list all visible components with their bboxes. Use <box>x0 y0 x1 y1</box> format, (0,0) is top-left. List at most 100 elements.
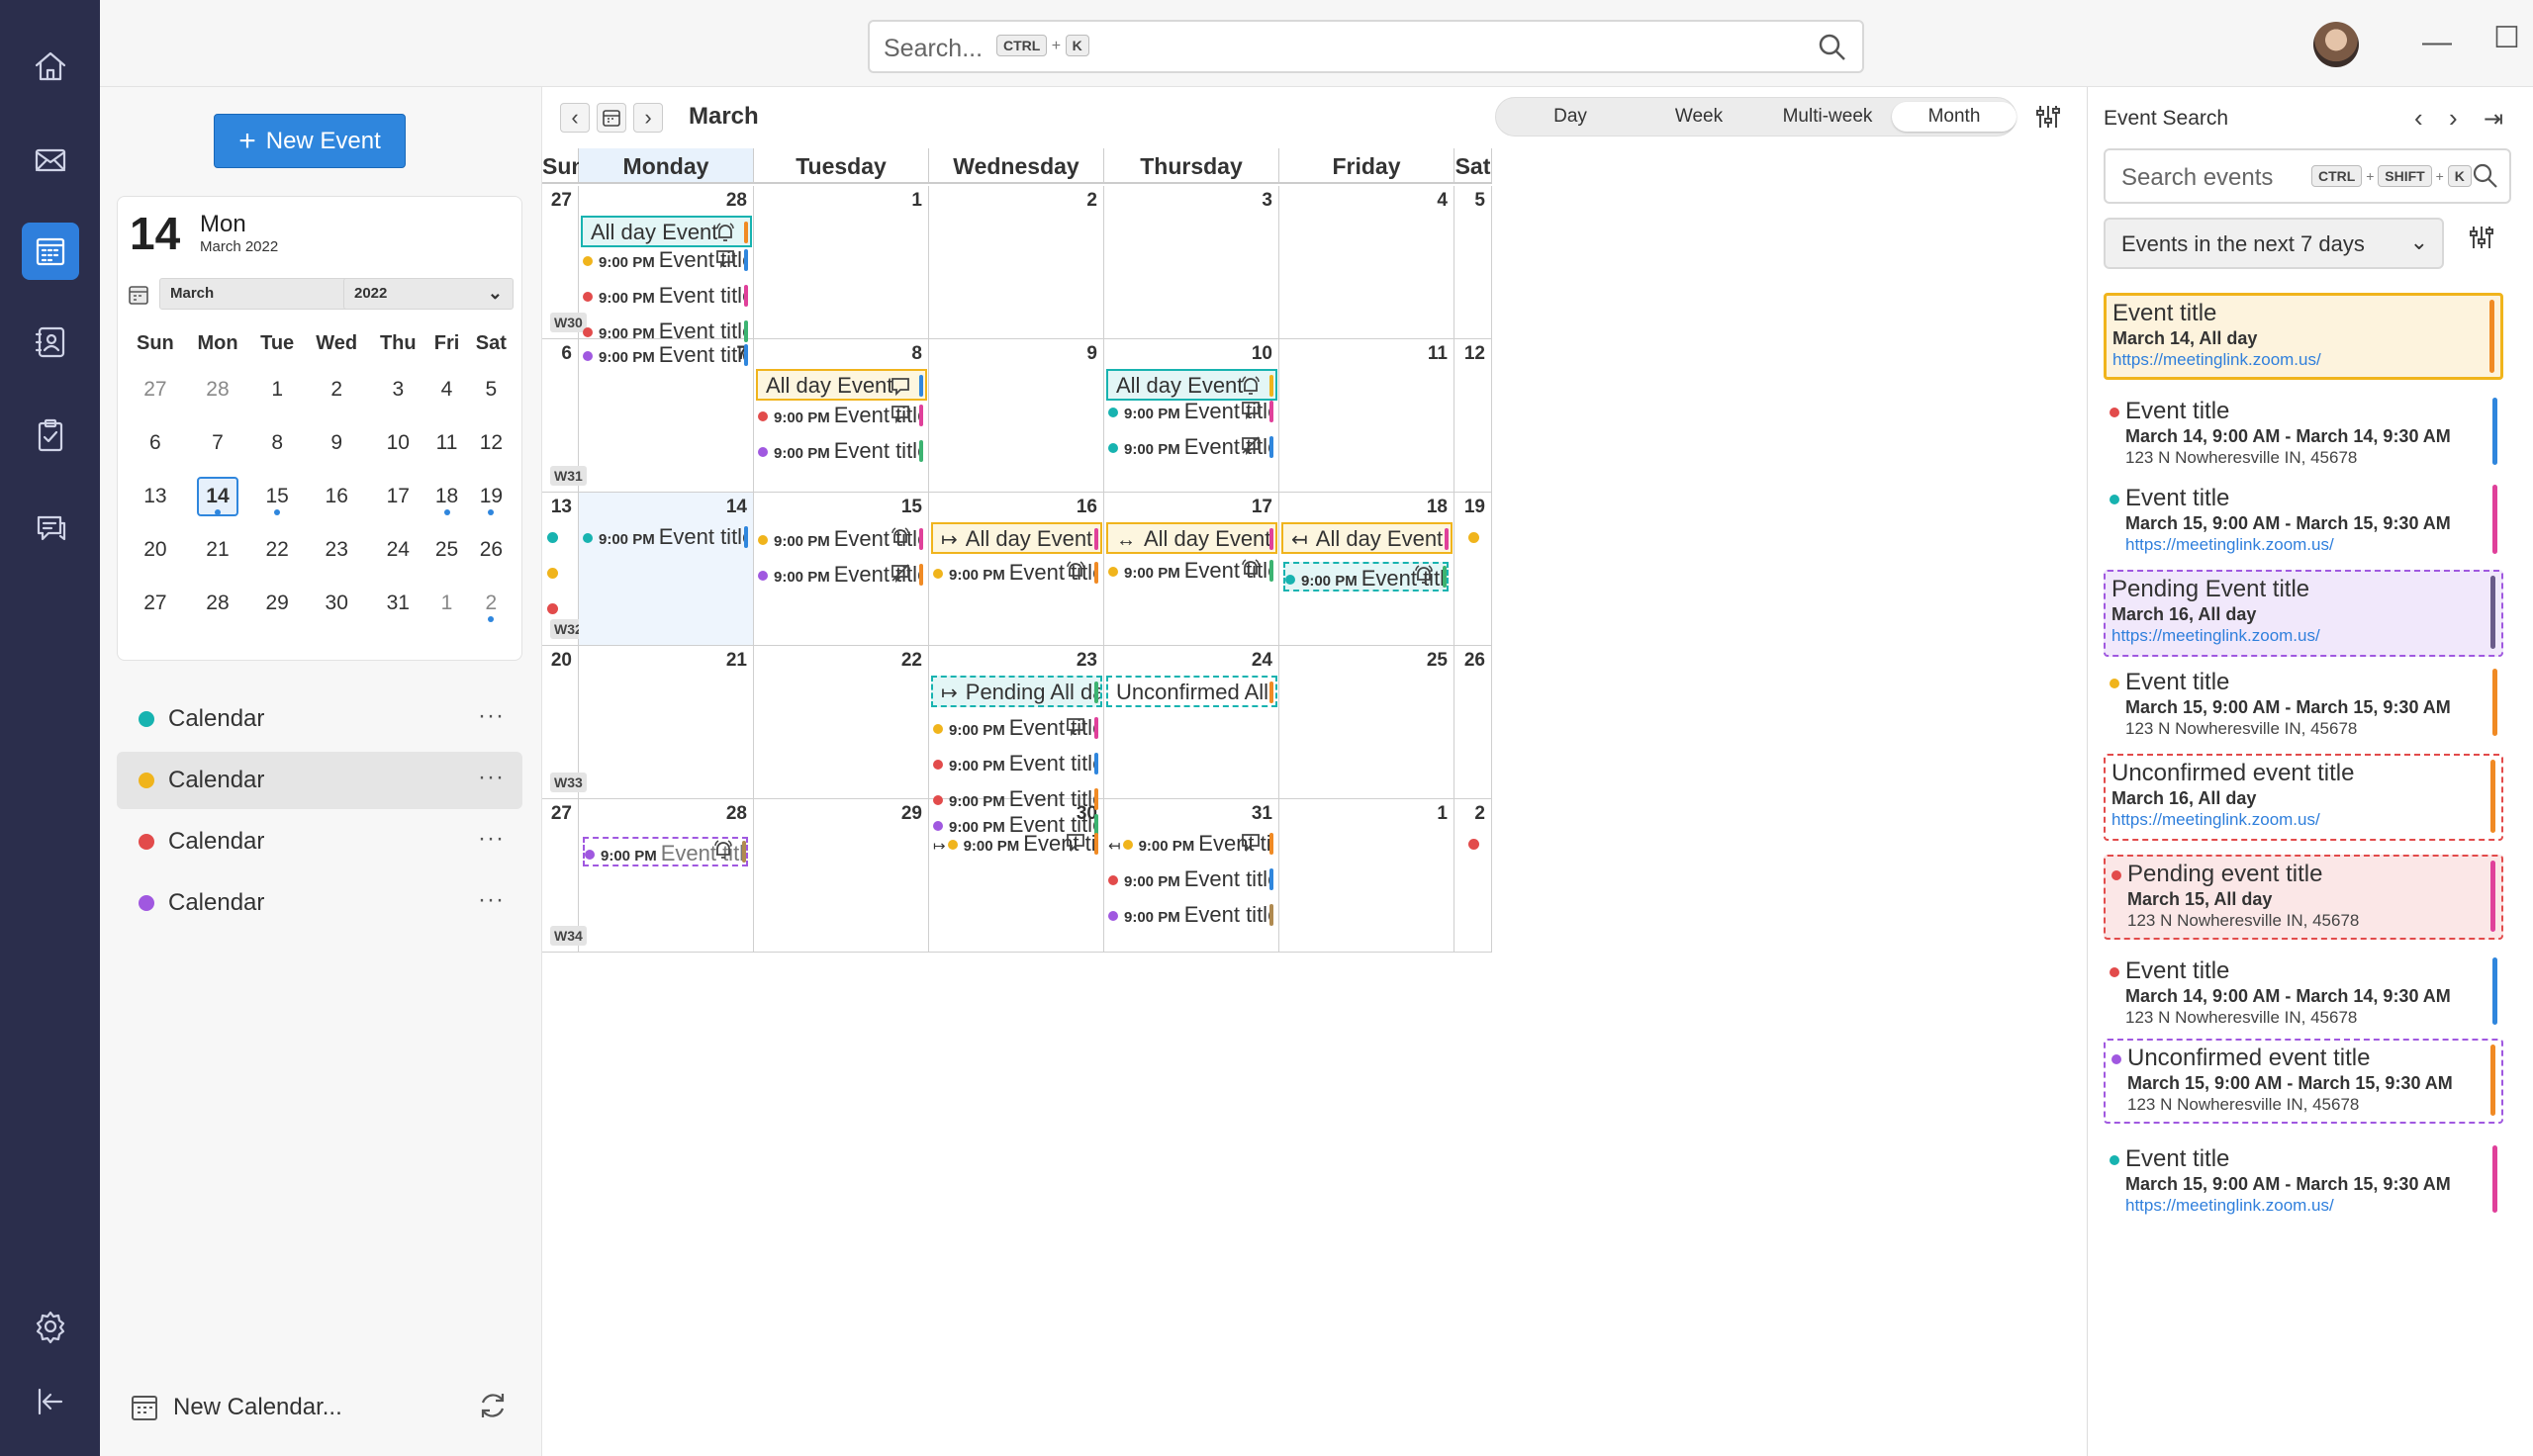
view-week[interactable]: Week <box>1644 102 1753 132</box>
timed-event[interactable]: 9:00 PMEvent title th... <box>1108 866 1273 894</box>
mini-calendar-day[interactable]: 1 <box>250 363 304 416</box>
year-select[interactable]: 2022 ⌄ <box>343 278 514 310</box>
day-cell[interactable]: 20 W33 <box>542 646 587 799</box>
timed-event[interactable]: 9:00 PMEvent title th... <box>758 438 923 466</box>
mini-calendar-day[interactable]: 11 <box>426 416 466 470</box>
event-dot[interactable] <box>547 532 558 543</box>
mini-calendar-day[interactable]: 6 <box>126 416 185 470</box>
mini-calendar-day[interactable]: 5 <box>467 363 516 416</box>
view-day[interactable]: Day <box>1516 102 1625 132</box>
day-cell[interactable]: 4 <box>1279 186 1454 339</box>
next-month-button[interactable]: › <box>633 103 663 133</box>
calendar-list-item[interactable]: Calendar ··· <box>117 874 522 932</box>
timed-event[interactable]: 9:00 PMEvent title th... <box>1108 434 1273 462</box>
search-result-item[interactable]: Event title March 14, All day https://meet… <box>2104 293 2503 380</box>
mini-calendar-day[interactable]: 27 <box>126 363 185 416</box>
mini-calendar-day[interactable]: 25 <box>426 523 466 577</box>
timed-event[interactable]: 9:00 PMEvent title th... <box>1108 902 1273 930</box>
mini-calendar-day[interactable]: 15 <box>250 470 304 523</box>
day-cell[interactable]: 14 <box>579 493 754 646</box>
mini-calendar-day[interactable]: 23 <box>304 523 369 577</box>
avatar[interactable] <box>2313 22 2359 67</box>
calendar-icon[interactable] <box>22 223 79 280</box>
all-day-event[interactable]: All day Event <box>581 216 752 247</box>
day-cell[interactable]: 29 <box>754 799 929 953</box>
date-range-select[interactable]: Events in the next 7 days ⌄ <box>2104 218 2444 269</box>
mini-calendar-day[interactable]: 1 <box>426 577 466 630</box>
chevron-left-icon[interactable]: ‹ <box>2414 103 2423 134</box>
search-result-item[interactable]: Unconfirmed event title March 15, 9:00 AM… <box>2104 1039 2503 1124</box>
mini-calendar-day[interactable]: 2 <box>304 363 369 416</box>
timed-event[interactable]: 9:00 PMEvent title... <box>583 837 748 866</box>
timed-event[interactable]: 9:00 PMEvent title th... <box>1108 399 1273 426</box>
day-cell[interactable]: 27 W34 <box>542 799 587 953</box>
day-cell[interactable]: 26 <box>1454 646 1492 799</box>
mini-calendar-day[interactable]: 3 <box>369 363 426 416</box>
unconfirmed-all-day-event[interactable]: Unconfirmed All day... <box>1106 676 1277 707</box>
day-cell[interactable]: 21 <box>579 646 754 799</box>
all-day-event[interactable]: All day Event <box>756 369 927 401</box>
event-search-input[interactable]: Search events CTRL + SHIFT + K <box>2104 148 2511 204</box>
calendar-icon[interactable] <box>128 284 149 311</box>
day-cell[interactable]: 1 <box>1279 799 1454 953</box>
event-dot[interactable] <box>1468 532 1479 543</box>
result-link[interactable]: https://meetinglink.zoom.us/ <box>2111 810 2495 830</box>
mini-calendar-day[interactable]: 17 <box>369 470 426 523</box>
filter-icon[interactable] <box>2468 224 2495 251</box>
mini-calendar-day[interactable]: 22 <box>250 523 304 577</box>
timed-event[interactable]: 9:00 PMEvent title th... <box>933 751 1098 778</box>
day-cell[interactable]: 1 <box>754 186 929 339</box>
all-day-event[interactable]: ↔ All day Event <box>1106 522 1277 554</box>
result-link[interactable]: https://meetinglink.zoom.us/ <box>2112 350 2494 370</box>
result-link[interactable]: https://meetinglink.zoom.us/ <box>2111 626 2495 646</box>
contacts-icon[interactable] <box>22 314 79 371</box>
mini-calendar-day[interactable]: 29 <box>250 577 304 630</box>
search-result-item[interactable]: Event title March 15, 9:00 AM - March 15,… <box>2104 1141 2503 1223</box>
event-dot[interactable] <box>547 568 558 579</box>
mini-calendar-day[interactable]: 28 <box>185 577 250 630</box>
timed-event[interactable]: ↦ 9:00 PMEvent title... <box>933 831 1098 859</box>
timed-event[interactable]: 9:00 PMEvent title th... <box>583 247 748 275</box>
mini-calendar-day[interactable]: 30 <box>304 577 369 630</box>
search-result-item[interactable]: Event title March 14, 9:00 AM - March 14,… <box>2104 954 2503 1035</box>
more-options-icon[interactable]: ··· <box>478 702 505 730</box>
tasks-icon[interactable] <box>22 407 79 464</box>
mini-calendar-day[interactable]: 24 <box>369 523 426 577</box>
day-cell[interactable]: 5 <box>1454 186 1492 339</box>
mini-calendar-day[interactable]: 31 <box>369 577 426 630</box>
mail-icon[interactable] <box>22 132 79 189</box>
mini-calendar-day[interactable]: 7 <box>185 416 250 470</box>
search-result-item[interactable]: Event title March 15, 9:00 AM - March 15,… <box>2104 481 2503 564</box>
mini-calendar-day[interactable]: 4 <box>426 363 466 416</box>
pending-all-day-event[interactable]: ↦ Pending All day event <box>931 676 1102 707</box>
all-day-event[interactable]: ↤ All day Event <box>1281 522 1453 554</box>
day-cell[interactable]: 19 <box>1454 493 1492 646</box>
collapse-icon[interactable] <box>22 1373 79 1430</box>
minimize-icon[interactable]: — <box>2422 28 2452 57</box>
chevron-right-icon[interactable]: › <box>2449 103 2458 134</box>
search-result-item[interactable]: Event title March 14, 9:00 AM - March 14,… <box>2104 394 2503 475</box>
timed-event[interactable]: 9:00 PMEvent title th... <box>933 786 1098 814</box>
day-cell[interactable]: 24 <box>1104 646 1279 799</box>
search-result-item[interactable]: Event title March 15, 9:00 AM - March 15,… <box>2104 665 2503 746</box>
calendar-list-item[interactable]: Calendar ··· <box>117 813 522 870</box>
view-month[interactable]: Month <box>1892 102 2017 132</box>
timed-event[interactable]: 9:00 PMEvent title th... <box>583 283 748 311</box>
day-cell[interactable]: 11 <box>1279 339 1454 493</box>
day-cell[interactable]: 25 <box>1279 646 1454 799</box>
mini-calendar-day[interactable]: 13 <box>126 470 185 523</box>
day-cell[interactable]: 2 <box>929 186 1104 339</box>
mini-calendar-day[interactable]: 21 <box>185 523 250 577</box>
day-cell[interactable]: 28 <box>579 799 754 953</box>
mini-calendar-day[interactable]: 26 <box>467 523 516 577</box>
prev-month-button[interactable]: ‹ <box>560 103 590 133</box>
home-icon[interactable] <box>22 38 79 95</box>
maximize-icon[interactable]: ☐ <box>2493 24 2520 53</box>
timed-event[interactable]: 9:00 PMEvent title th... <box>583 342 748 370</box>
timed-event[interactable]: 9:00 PMEvent title... <box>758 403 923 430</box>
mini-calendar-day[interactable]: 20 <box>126 523 185 577</box>
day-cell[interactable]: 6 W31 <box>542 339 587 493</box>
timed-event[interactable]: 9:00 PMEvent title th... <box>758 562 923 590</box>
timed-event[interactable]: 9:00 PMEvent title th... <box>583 524 748 552</box>
mini-calendar-day[interactable]: 12 <box>467 416 516 470</box>
